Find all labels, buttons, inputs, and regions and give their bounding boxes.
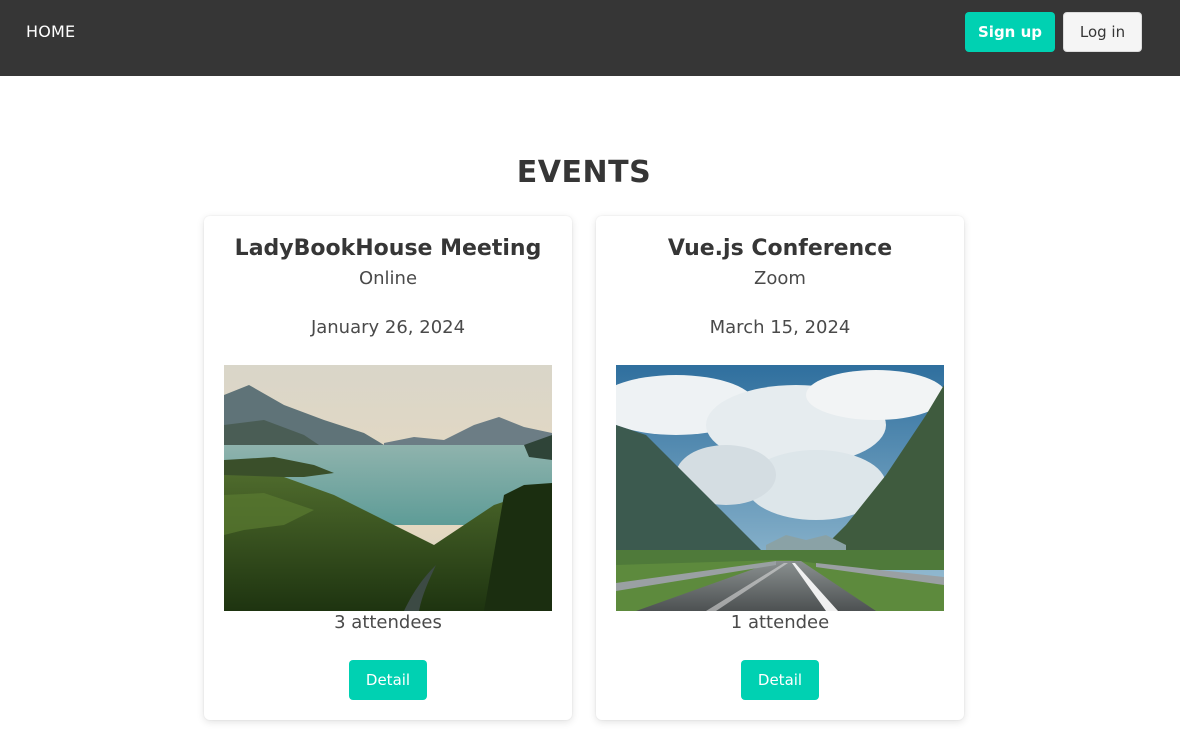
detail-button[interactable]: Detail xyxy=(349,660,427,700)
event-date: March 15, 2024 xyxy=(709,317,851,338)
home-link[interactable]: HOME xyxy=(26,22,75,41)
navbar: HOME Sign up Log in xyxy=(0,0,1180,76)
detail-button[interactable]: Detail xyxy=(741,660,819,700)
event-title: Vue.js Conference xyxy=(667,236,893,261)
event-location: Online xyxy=(358,268,418,289)
event-image xyxy=(224,365,552,611)
login-button[interactable]: Log in xyxy=(1063,12,1142,52)
event-attendees: 3 attendees xyxy=(334,612,442,633)
event-image xyxy=(616,365,944,611)
event-card: Vue.js Conference Zoom March 15, 2024 1 … xyxy=(596,216,964,720)
event-title: LadyBookHouse Meeting xyxy=(234,236,542,261)
event-card: LadyBookHouse Meeting Online January 26,… xyxy=(204,216,572,720)
event-attendees: 1 attendee xyxy=(730,612,830,633)
signup-button[interactable]: Sign up xyxy=(965,12,1055,52)
page-title: EVENTS xyxy=(516,155,652,190)
event-date: January 26, 2024 xyxy=(310,317,466,338)
event-location: Zoom xyxy=(754,268,806,289)
